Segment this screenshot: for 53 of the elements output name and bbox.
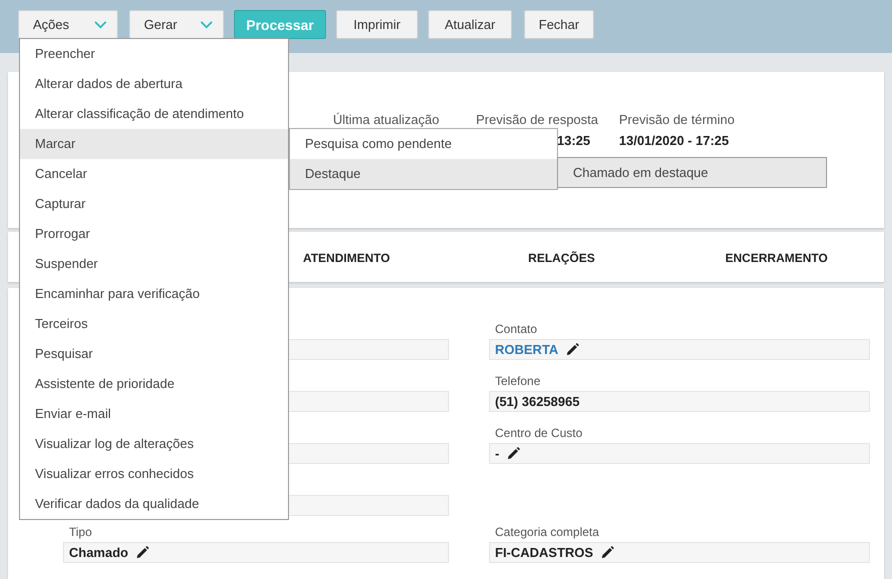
chevron-down-icon (94, 20, 107, 28)
field-label: Previsão de término (619, 112, 736, 128)
field-label: Telefone (494, 374, 542, 390)
menu-item[interactable]: Enviar e-mail (20, 399, 288, 429)
pencil-icon[interactable] (566, 343, 580, 356)
menu-item[interactable]: Marcar (20, 129, 288, 159)
menu-item[interactable]: Assistente de prioridade (20, 369, 288, 399)
field-value: Chamado (69, 545, 128, 560)
menu-item[interactable]: Capturar (20, 189, 288, 219)
toolbar-button[interactable]: Atualizar (428, 10, 512, 39)
field-label: Última atualização (333, 112, 440, 128)
field-label: Contato (494, 322, 538, 338)
field-value: FI-CADASTROS (495, 545, 594, 560)
menu-item[interactable]: Destaque (290, 159, 557, 189)
tab[interactable]: ATENDIMENTO (303, 250, 390, 264)
field-value: - (495, 446, 500, 461)
field-label: Centro de Custo (494, 426, 584, 442)
dropdown-button[interactable]: Ações (18, 10, 118, 39)
menu-item[interactable]: Verificar dados da qualidade (20, 489, 288, 519)
field-value: 13:25 (556, 133, 592, 149)
input-field[interactable]: ROBERTA (489, 339, 870, 360)
pencil-icon[interactable] (136, 546, 150, 559)
toolbar-button[interactable]: Fechar (524, 10, 594, 39)
field-value: (51) 36258965 (495, 394, 580, 409)
field-value: 13/01/2020 - 17:25 (619, 133, 730, 149)
menu-item[interactable]: Pesquisa como pendente (290, 129, 557, 159)
menu-item[interactable]: Chamado em destaque (557, 157, 827, 188)
menu-item[interactable]: Terceiros (20, 309, 288, 339)
tab[interactable]: ENCERRAMENTO (725, 250, 828, 264)
field-label: Previsão de resposta (476, 112, 600, 128)
toolbar-button[interactable]: Imprimir (336, 10, 418, 39)
input-field[interactable]: - (489, 443, 870, 464)
dropdown-button[interactable]: Gerar (129, 10, 224, 39)
pencil-icon[interactable] (507, 447, 520, 460)
menu-item[interactable]: Preencher (20, 39, 288, 69)
field-label: Tipo (68, 525, 93, 541)
menu-item[interactable]: Encaminhar para verificação (20, 279, 288, 309)
menu-item[interactable]: Alterar classificação de atendimento (20, 99, 288, 129)
menu-item[interactable]: Visualizar log de alterações (20, 429, 288, 459)
menu-item[interactable]: Prorrogar (20, 219, 288, 249)
menu-item[interactable]: Cancelar (20, 159, 288, 189)
input-field[interactable]: (51) 36258965 (489, 391, 870, 412)
input-field[interactable]: Chamado (63, 542, 449, 563)
tab[interactable]: RELAÇÕES (528, 250, 595, 264)
menu-item[interactable]: Alterar dados de abertura (20, 69, 288, 99)
pencil-icon[interactable] (601, 546, 614, 559)
menu-item[interactable]: Visualizar erros conhecidos (20, 459, 288, 489)
field-label: Categoria completa (494, 525, 600, 541)
contact-link[interactable]: ROBERTA (495, 342, 558, 357)
menu-item[interactable]: Pesquisar (20, 339, 288, 369)
input-field[interactable]: FI-CADASTROS (489, 542, 870, 563)
chevron-down-icon (200, 20, 213, 28)
menu-item[interactable]: Suspender (20, 249, 288, 279)
